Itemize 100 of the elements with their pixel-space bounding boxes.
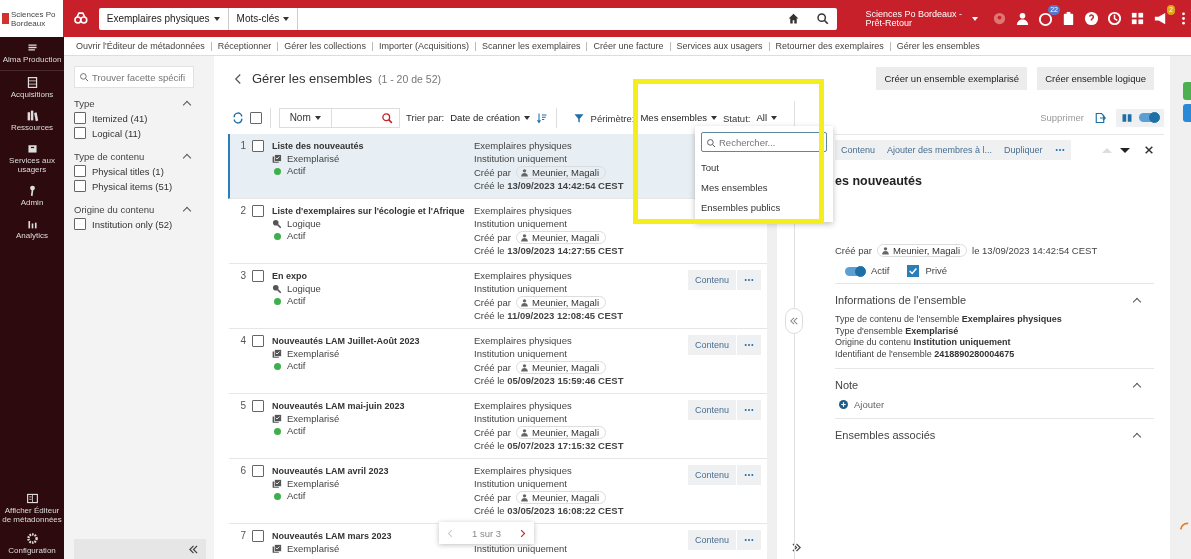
checkbox[interactable] [252,400,264,412]
nav-item[interactable]: Admin [0,179,64,212]
clipboard-icon[interactable] [1061,11,1076,26]
checkbox[interactable] [252,335,264,347]
menu-link[interactable]: Retourner des exemplaires [775,41,884,51]
sort-order-icon[interactable] [535,111,548,124]
content-button[interactable]: Contenu [687,530,736,550]
nav-item[interactable]: Analytics [0,212,64,245]
history-icon[interactable] [1107,11,1122,26]
set-title[interactable]: En expo [272,270,307,283]
refresh-icon[interactable] [232,111,244,124]
checkbox[interactable] [252,465,264,477]
set-type: Exemplarisé [287,543,340,555]
filter-icon[interactable] [572,111,585,124]
set-title[interactable]: Nouveautés LAM Juillet-Août 2023 [272,335,420,348]
announce-icon[interactable] [1153,11,1168,26]
menu-link[interactable]: Gérer les ensembles [896,41,980,51]
created-date: le 13/09/2023 14:42:54 CEST [972,244,1098,257]
menu-link[interactable]: Créer une facture [593,41,664,51]
view-toggle[interactable] [1139,113,1159,122]
active-toggle[interactable] [845,266,865,276]
checkbox[interactable] [252,530,264,542]
checkbox[interactable] [252,205,264,217]
back-icon[interactable] [234,72,242,85]
set-title[interactable]: Nouveautés LAM avril 2023 [272,465,389,478]
export-icon[interactable] [1094,111,1106,124]
nav-item[interactable]: Configuration [0,528,64,559]
institution-name[interactable]: Sciences Po Bordeaux - Prêt-Retour [865,9,962,28]
status-dropdown[interactable]: All [756,112,777,123]
created-date: Créé le 13/09/2023 14:27:55 CEST [474,245,624,257]
help-icon[interactable] [1084,11,1099,26]
name-search-field[interactable]: Nom [278,107,401,128]
list-row[interactable]: 3 En expo Logique Actif Exemplaires physiques Institution uniquement Créé par Meunier, Magali Créé le 11/09/2023 12:08:45 CEST Contenu [228,264,767,329]
person-icon[interactable] [1015,11,1030,26]
content-button[interactable]: Contenu [687,465,736,485]
collapse-handle[interactable] [785,308,803,334]
facet-option[interactable]: Physical items (51) [92,180,173,192]
split-view-icon[interactable] [1121,111,1133,124]
set-title[interactable]: Liste d'exemplaires sur l'écologie et l'Afrique [272,205,465,218]
next-record-icon[interactable] [1120,147,1130,153]
widgets-icon[interactable] [1130,11,1145,26]
row-number: 5 [239,400,246,411]
content-button[interactable]: Contenu [687,335,736,355]
facet-group-title: Type [74,98,95,109]
set-title[interactable]: Nouveautés LAM mai-juin 2023 [272,400,405,413]
caret-icon[interactable] [972,16,978,21]
checkbox[interactable] [74,218,86,230]
dropdown-search-field[interactable]: Rechercher... [701,132,827,152]
add-note-button[interactable]: Ajouter [839,399,1154,410]
facet-search-field[interactable]: Trouver facette spécifi [74,66,194,88]
sort-dropdown[interactable]: Date de création [450,112,530,123]
action-button[interactable]: Contenu [835,140,882,160]
checkbox[interactable] [252,270,264,282]
search-icon[interactable] [816,12,830,25]
facet-option[interactable]: Physical titles (1) [92,165,164,177]
info-line: Type d'ensemble Exemplarisé [835,325,960,337]
set-type: Logique [287,283,321,295]
tasks-icon[interactable] [1038,11,1053,26]
logo[interactable]: Sciences Po Bordeaux [0,0,63,37]
scope-dropdown[interactable]: Mes ensembles [640,112,717,123]
nav-item[interactable]: Ressources [0,104,64,137]
double-chevron-icon[interactable] [792,543,801,552]
checkbox[interactable] [74,180,86,192]
checkbox[interactable] [74,165,86,177]
close-icon[interactable] [1144,145,1154,155]
set-title[interactable]: Liste des nouveautés [272,140,364,153]
page-indicator: 1 sur 3 [472,527,502,539]
home-icon[interactable] [787,12,801,25]
nav-item[interactable]: Afficher Éditeur de métadonnées [0,488,64,528]
nav-item[interactable]: Acquisitions [0,71,64,104]
menu-link[interactable]: Ouvrir l'Éditeur de métadonnées [76,41,205,51]
menu-link[interactable]: Gérer les collections [284,41,366,51]
facet-option[interactable]: Institution only (52) [92,218,173,230]
menu-link[interactable]: Scanner les exemplaires [481,41,581,51]
nav-item[interactable]: Services aux usagers [0,137,64,179]
list-row[interactable]: 5 Nouveautés LAM mai-juin 2023 Exemplarisé Actif Exemplaires physiques Institution uniquement Créé par Meunier, Magali Créé le 05/07/2023 17:15:32 CEST Contenu [228,394,767,459]
content-button[interactable]: Contenu [687,400,736,420]
binoculars-icon[interactable] [73,10,89,27]
row-number: 3 [239,270,246,281]
action-button[interactable]: Dupliquer [998,140,1049,160]
select-all-checkbox[interactable] [250,111,262,124]
set-title[interactable]: Nouveautés LAM mars 2023 [272,530,392,543]
create-button[interactable]: Créer un ensemble exemplarisé [876,67,1028,90]
search-icon [79,72,89,82]
checkbox[interactable] [74,112,86,124]
private-checkbox[interactable] [907,265,920,277]
list-row[interactable]: 4 Nouveautés LAM Juillet-Août 2023 Exemplarisé Actif Exemplaires physiques Institution uniquement Créé par Meunier, Magali Créé le 05/09/2023 15:59:46 CEST Contenu [228,329,767,394]
content-button[interactable]: Contenu [687,270,736,290]
facet-option[interactable]: Itemized (41) [92,112,148,124]
scope-dropdown[interactable]: Exemplaires physiques [98,7,229,30]
checkbox[interactable] [74,127,86,139]
row-number: 6 [239,465,246,476]
checkbox[interactable] [252,140,264,152]
action-button[interactable]: Ajouter des membres à l... [881,140,999,160]
menu-link[interactable]: Réceptionner [217,41,272,51]
menu-link[interactable]: Importer (Acquisitions) [378,41,469,51]
facet-option[interactable]: Logical (11) [92,127,141,139]
create-button[interactable]: Créer ensemble logique [1037,67,1154,90]
menu-link[interactable]: Services aux usagers [676,41,763,51]
next-icon[interactable] [519,527,527,539]
